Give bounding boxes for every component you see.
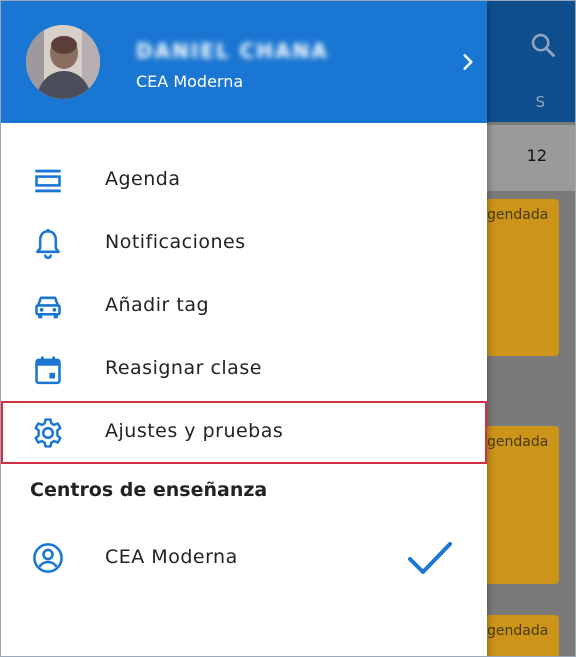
background-card: gendada bbox=[487, 615, 559, 656]
avatar[interactable] bbox=[26, 25, 100, 99]
menu-item-label: Notificaciones bbox=[105, 231, 246, 253]
menu-item-notificaciones[interactable]: Notificaciones bbox=[1, 212, 487, 275]
account-circle-icon bbox=[33, 543, 63, 573]
avatar-photo bbox=[26, 25, 100, 99]
background-card-label: gendada bbox=[487, 623, 549, 639]
user-center-name: CEA Moderna bbox=[136, 72, 244, 91]
menu-item-label: Ajustes y pruebas bbox=[105, 420, 284, 442]
menu-item-agenda[interactable]: Agenda bbox=[1, 149, 487, 212]
background-card-label: gendada bbox=[487, 207, 549, 223]
drawer-header[interactable]: DANIEL CHANA CEA Moderna bbox=[1, 1, 487, 123]
menu-item-anadir-tag[interactable]: Añadir tag bbox=[1, 275, 487, 338]
menu-item-label: Añadir tag bbox=[105, 294, 210, 316]
background-column-label: S bbox=[535, 93, 545, 111]
menu-item-label: Agenda bbox=[105, 168, 181, 190]
drawer-menu: Agenda Notificaciones Añadir tag Reasign… bbox=[1, 149, 487, 464]
section-title-centros: Centros de enseñanza bbox=[30, 479, 268, 501]
search-icon bbox=[531, 33, 555, 57]
user-name: DANIEL CHANA bbox=[136, 39, 329, 63]
navigation-drawer: DANIEL CHANA CEA Moderna Agenda Notifica… bbox=[1, 1, 487, 656]
bell-icon bbox=[36, 229, 60, 260]
screen-frame: S 12 gendada gendada gendada DANIEL CHAN… bbox=[0, 0, 576, 657]
center-item-cea-moderna[interactable]: CEA Moderna bbox=[1, 525, 487, 591]
background-row-number: 12 bbox=[526, 146, 547, 165]
menu-item-ajustes-y-pruebas[interactable]: Ajustes y pruebas bbox=[1, 401, 487, 464]
calendar-icon bbox=[35, 356, 61, 385]
background-card: gendada bbox=[487, 199, 559, 356]
center-item-label: CEA Moderna bbox=[105, 546, 238, 568]
background-card: gendada bbox=[487, 426, 559, 584]
background-card-label: gendada bbox=[487, 434, 549, 450]
checkmark-icon bbox=[408, 542, 452, 574]
agenda-icon bbox=[35, 169, 61, 193]
gear-icon bbox=[34, 418, 62, 448]
chevron-right-icon[interactable] bbox=[458, 52, 478, 72]
car-icon bbox=[35, 296, 61, 319]
menu-item-label: Reasignar clase bbox=[105, 357, 262, 379]
menu-item-reasignar-clase[interactable]: Reasignar clase bbox=[1, 338, 487, 401]
